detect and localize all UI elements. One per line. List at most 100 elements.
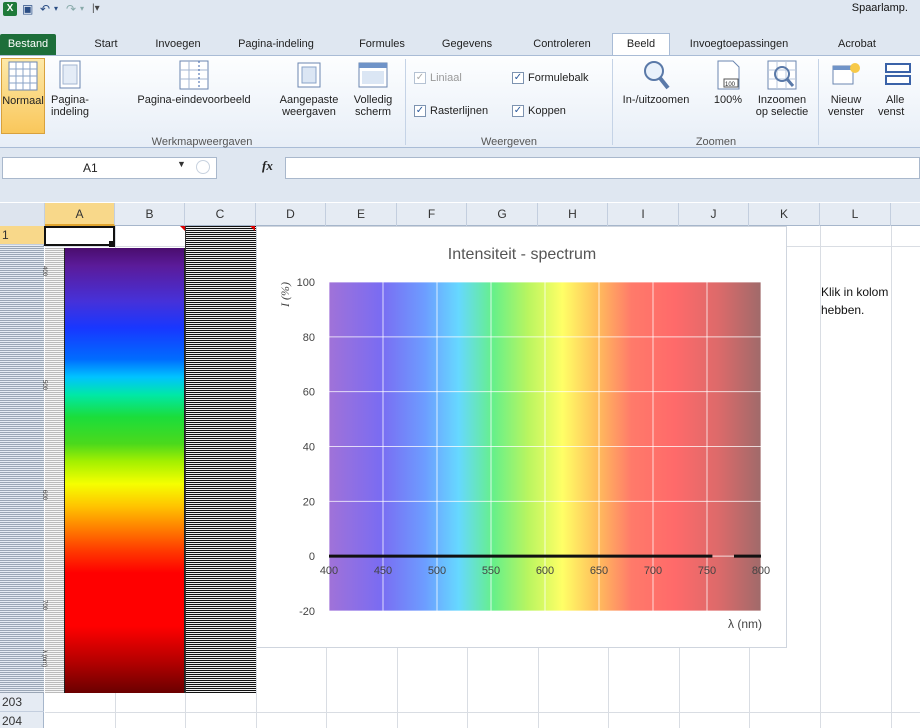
column-header-j[interactable]: J xyxy=(679,203,749,226)
normaal-label: Normaal xyxy=(2,95,44,107)
row-header-1[interactable]: 1 xyxy=(0,226,44,245)
active-cell-a1[interactable] xyxy=(44,226,115,246)
full-screen-icon xyxy=(358,60,388,90)
column-header-g[interactable]: G xyxy=(467,203,538,226)
zoom-icon xyxy=(641,60,671,90)
group-separator xyxy=(818,59,819,145)
tab-bestand[interactable]: Bestand xyxy=(0,34,56,55)
tab-beeld[interactable]: Beeld xyxy=(612,33,670,56)
instruction-line-2: hebben. xyxy=(821,303,865,317)
column-header-k[interactable]: K xyxy=(749,203,820,226)
pagina-indeling-button[interactable]: Pagina- indeling xyxy=(48,58,92,134)
aangepaste-label-1: Aangepaste xyxy=(279,94,339,106)
x-tick-labels: 400 450 500 550 600 650 700 750 800 xyxy=(320,565,770,577)
liniaal-checkbox[interactable]: ✓ Liniaal xyxy=(414,70,462,86)
column-header-l[interactable]: L xyxy=(820,203,891,226)
column-header-f[interactable]: F xyxy=(397,203,467,226)
column-header-c[interactable]: C xyxy=(185,203,256,226)
name-box-dropdown-icon[interactable]: ▼ xyxy=(177,159,186,169)
in-uitzoomen-button[interactable]: In-/uitzoomen xyxy=(618,58,694,134)
row-header-204[interactable]: 204 xyxy=(0,712,44,728)
checkbox-checked-icon: ✓ xyxy=(414,105,426,118)
row-headers: 1 203 204 xyxy=(0,226,44,728)
x-tick-label: 550 xyxy=(482,565,500,577)
zoom-100-icon: 100 xyxy=(713,60,743,90)
fill-handle[interactable] xyxy=(109,241,115,247)
aangepaste-label-2: weergaven xyxy=(282,106,336,118)
pagina-eindevoorbeeld-button[interactable]: Pagina-eindevoorbeeld xyxy=(126,58,262,134)
volledig-scherm-button[interactable]: Volledig scherm xyxy=(346,58,400,134)
pagina-label-2: indeling xyxy=(51,106,89,118)
column-header-h[interactable]: H xyxy=(538,203,608,226)
zoom-selection-icon xyxy=(767,60,797,90)
scale-label: 400 xyxy=(41,266,47,277)
wavelength-scale-strip: 400 500 600 700 λ (nm) xyxy=(41,248,64,693)
column-header-i[interactable]: I xyxy=(608,203,679,226)
checkbox-checked-icon: ✓ xyxy=(414,72,426,85)
chart-x-axis-label: λ (nm) xyxy=(728,617,762,631)
undo-dropdown-icon[interactable]: ▾ xyxy=(54,1,58,17)
tab-start[interactable]: Start xyxy=(84,34,128,55)
save-icon[interactable]: ▣ xyxy=(22,1,33,17)
column-header-e[interactable]: E xyxy=(326,203,397,226)
customize-qat-icon[interactable]: |▾ xyxy=(92,1,100,17)
tab-invoegen[interactable]: Invoegen xyxy=(146,34,210,55)
instruction-line-1: Klik in kolom xyxy=(821,285,889,299)
alle-vensters-button[interactable]: Alle venst xyxy=(872,58,920,134)
rasterlijnen-checkbox[interactable]: ✓ Rasterlijnen xyxy=(414,103,488,119)
scale-label: λ (nm) xyxy=(41,650,47,667)
group-separator xyxy=(612,59,613,145)
tab-pagina-indeling[interactable]: Pagina-indeling xyxy=(228,34,324,55)
aangepaste-weergaven-button[interactable]: Aangepaste weergaven xyxy=(274,58,344,134)
row-header-203[interactable]: 203 xyxy=(0,693,44,712)
absorption-lines-cells xyxy=(185,226,256,693)
chart-title: Intensiteit - spectrum xyxy=(448,246,597,263)
page-break-preview-icon xyxy=(179,60,209,90)
tab-controleren[interactable]: Controleren xyxy=(520,34,604,55)
tab-gegevens[interactable]: Gegevens xyxy=(436,34,498,55)
svg-text:100: 100 xyxy=(725,82,736,88)
comment-indicator-icon xyxy=(250,226,255,231)
inzoomen-label-2: op selectie xyxy=(755,106,809,118)
koppen-label: Koppen xyxy=(528,105,566,117)
select-all-corner[interactable] xyxy=(0,203,45,226)
x-tick-label: 700 xyxy=(644,565,662,577)
formulebalk-label: Formulebalk xyxy=(528,72,589,84)
nieuw-venster-button[interactable]: Nieuw venster xyxy=(822,58,870,134)
volledig-label-1: Volledig xyxy=(353,94,393,106)
normaal-button[interactable]: Normaal xyxy=(1,58,45,134)
ribbon-beeld: Normaal Pagina- indeling Pagina-eindevoo… xyxy=(0,55,920,148)
y-tick-label: 0 xyxy=(309,551,315,563)
insert-function-icon[interactable]: fx xyxy=(262,158,273,174)
checkbox-checked-icon: ✓ xyxy=(512,105,524,118)
x-tick-label: 500 xyxy=(428,565,446,577)
undo-icon[interactable]: ↶ xyxy=(40,1,50,17)
column-header-d[interactable]: D xyxy=(256,203,326,226)
quick-access-toolbar: X ▣ ↶ ▾ ↷ ▾ |▾ Spaarlamp. xyxy=(0,0,920,18)
koppen-checkbox[interactable]: ✓ Koppen xyxy=(512,103,566,119)
zoom-100-button[interactable]: 100 100% xyxy=(706,58,750,134)
formula-cancel-icon xyxy=(196,160,210,174)
comment-indicator-icon xyxy=(180,226,185,231)
normal-view-icon xyxy=(8,61,38,91)
column-header-b[interactable]: B xyxy=(115,203,185,226)
y-tick-label: 20 xyxy=(303,496,315,508)
volledig-label-2: scherm xyxy=(354,106,392,118)
formula-input[interactable] xyxy=(285,157,920,179)
spectrum-chart[interactable]: Intensiteit - spectrum I (%) λ (nm) -20 0… xyxy=(256,226,787,648)
y-tick-label: 100 xyxy=(297,277,315,289)
formulebalk-checkbox[interactable]: ✓ Formulebalk xyxy=(512,70,589,86)
redo-icon[interactable]: ↷ xyxy=(66,1,76,17)
rasterlijnen-label: Rasterlijnen xyxy=(430,105,489,117)
inzoomen-op-selectie-button[interactable]: Inzoomen op selectie xyxy=(752,58,812,134)
tab-acrobat[interactable]: Acrobat xyxy=(830,34,884,55)
arrange-all-icon xyxy=(882,60,912,90)
tab-invoegtoepassingen[interactable]: Invoegtoepassingen xyxy=(680,34,798,55)
x-tick-label: 750 xyxy=(698,565,716,577)
y-tick-labels: -20 0 20 40 60 80 100 xyxy=(297,277,315,618)
alle-label-2: venst xyxy=(878,106,905,118)
y-tick-label: 40 xyxy=(303,442,315,454)
redo-dropdown-icon[interactable]: ▾ xyxy=(80,1,84,17)
column-header-a[interactable]: A xyxy=(45,203,115,226)
tab-formules[interactable]: Formules xyxy=(350,34,414,55)
